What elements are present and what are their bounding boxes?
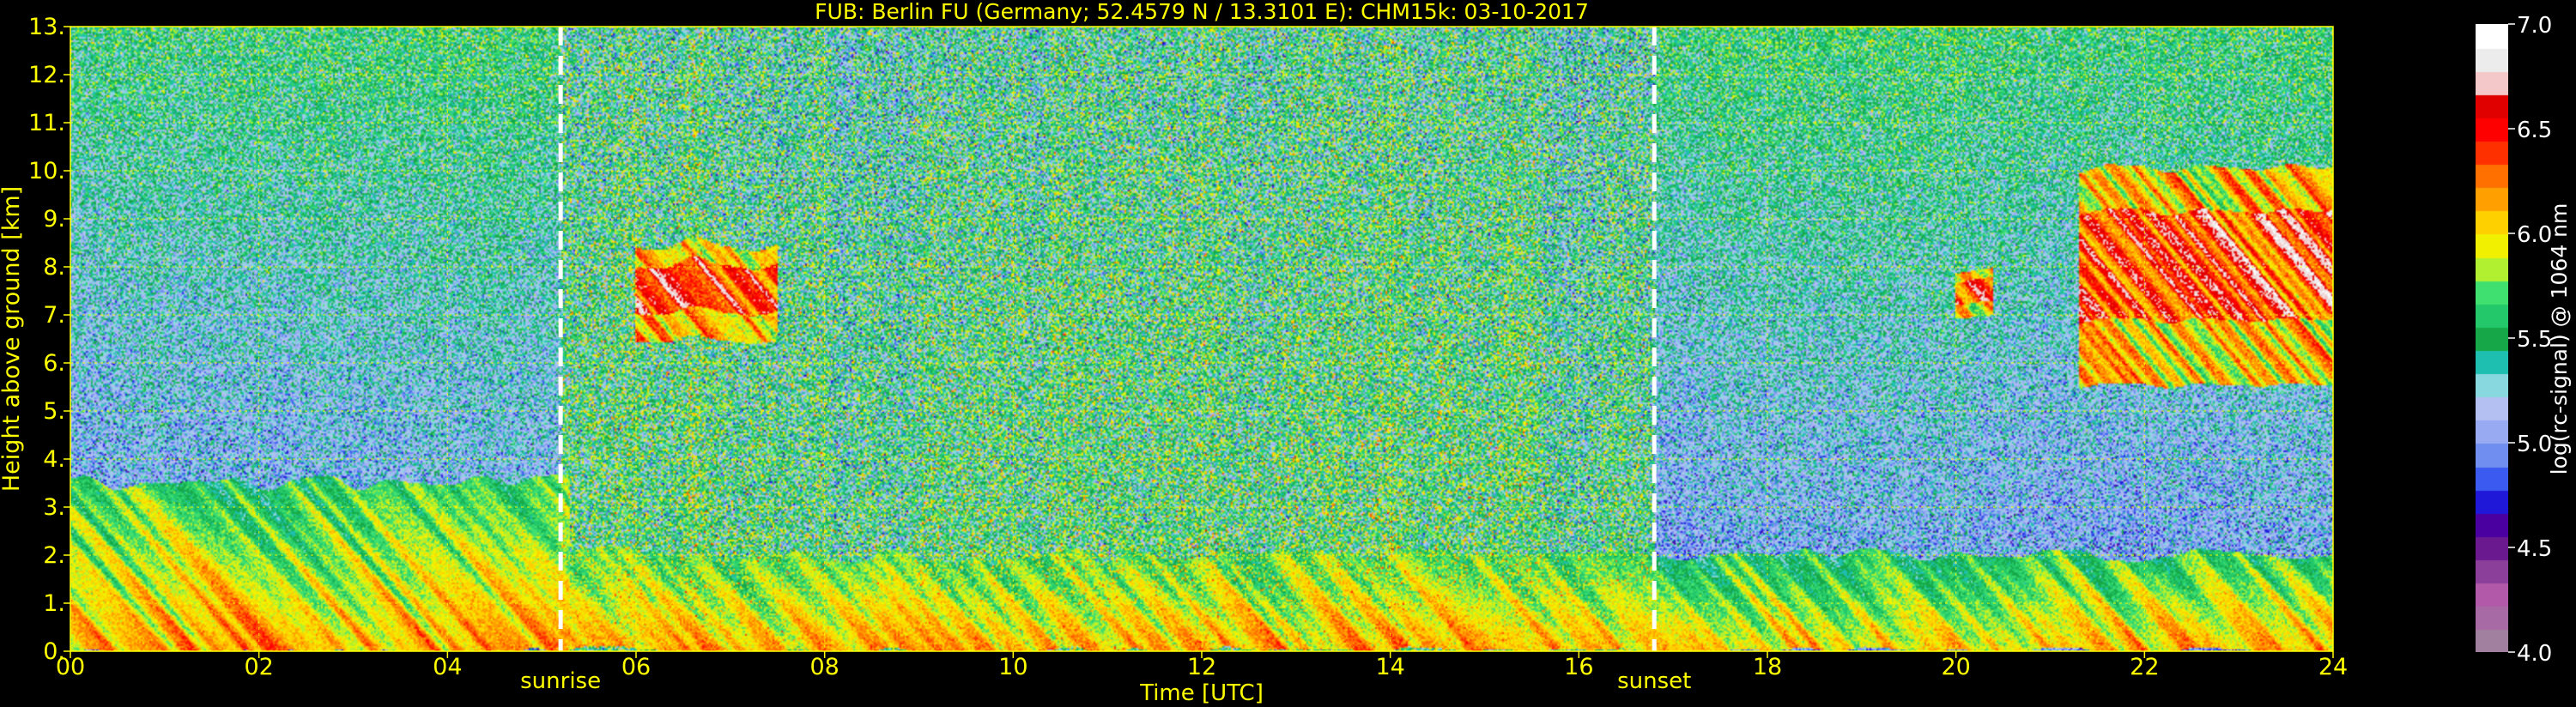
chart-overlay: sunrise sunset 00 02 04 06 08 10 12 14 16 18 20 22 24… bbox=[0, 0, 2572, 706]
x-tick-label: 24 bbox=[2318, 654, 2348, 680]
colorbar-tick-label: 4.0 bbox=[2517, 641, 2552, 667]
x-tick-labels: 00 02 04 06 08 10 12 14 16 18 20 22 24 bbox=[56, 651, 2348, 680]
sunrise-label: sunrise bbox=[520, 668, 601, 694]
x-tick-label: 02 bbox=[244, 654, 273, 680]
y-tick-label: 2. bbox=[43, 542, 65, 569]
x-tick-label: 04 bbox=[433, 654, 462, 680]
x-tick-label: 20 bbox=[1941, 654, 1970, 680]
y-tick-label: 5. bbox=[43, 398, 65, 425]
y-tick-label: 6. bbox=[43, 350, 65, 377]
x-tick-label: 08 bbox=[809, 654, 839, 680]
x-tick-label: 10 bbox=[998, 654, 1027, 680]
colorbar-tick-label: 6.5 bbox=[2517, 118, 2552, 143]
x-axis-label: Time [UTC] bbox=[1139, 680, 1264, 706]
colorbar-tick-label: 7.0 bbox=[2517, 13, 2552, 39]
x-tick-label: 18 bbox=[1753, 654, 1782, 680]
y-axis-label: Height above ground [km] bbox=[0, 186, 25, 492]
chart-title: FUB: Berlin FU (Germany; 52.4579 N / 13.… bbox=[815, 0, 1589, 24]
x-tick-label: 06 bbox=[621, 654, 651, 680]
y-tick-label: 7. bbox=[43, 302, 65, 329]
y-tick-label: 13. bbox=[28, 14, 65, 40]
lidar-chart: sunrise sunset 00 02 04 06 08 10 12 14 16 18 20 22 24… bbox=[0, 0, 2576, 707]
y-tick-label: 11. bbox=[28, 110, 65, 136]
y-tick-label: 8. bbox=[43, 254, 65, 281]
y-tick-label: 0. bbox=[43, 638, 65, 665]
x-tick-label: 16 bbox=[1564, 654, 1593, 680]
y-tick-label: 1. bbox=[43, 590, 65, 617]
x-tick-label: 12 bbox=[1187, 654, 1216, 680]
y-tick-labels: 0. 1. 2. 3. 4. 5. 6. 7. 8. 9. 10. 11. 12. 13. bbox=[28, 14, 70, 665]
y-tick-label: 9. bbox=[43, 206, 65, 233]
sun-markers: sunrise sunset bbox=[520, 27, 1691, 694]
sunset-label: sunset bbox=[1617, 668, 1691, 694]
grid-lines bbox=[70, 27, 2333, 651]
colorbar-label: log(rc-signal) @ 1064 nm bbox=[2547, 203, 2572, 475]
y-tick-label: 3. bbox=[43, 494, 65, 521]
x-tick-label: 14 bbox=[1375, 654, 1404, 680]
colorbar-tick-label: 4.5 bbox=[2517, 536, 2552, 562]
y-tick-label: 4. bbox=[43, 446, 65, 473]
y-tick-label: 10. bbox=[28, 158, 65, 184]
x-tick-label: 22 bbox=[2130, 654, 2159, 680]
colorbar-tick-labels: 4.04.55.05.56.06.57.0 bbox=[2508, 13, 2552, 667]
y-tick-label: 12. bbox=[28, 62, 65, 88]
